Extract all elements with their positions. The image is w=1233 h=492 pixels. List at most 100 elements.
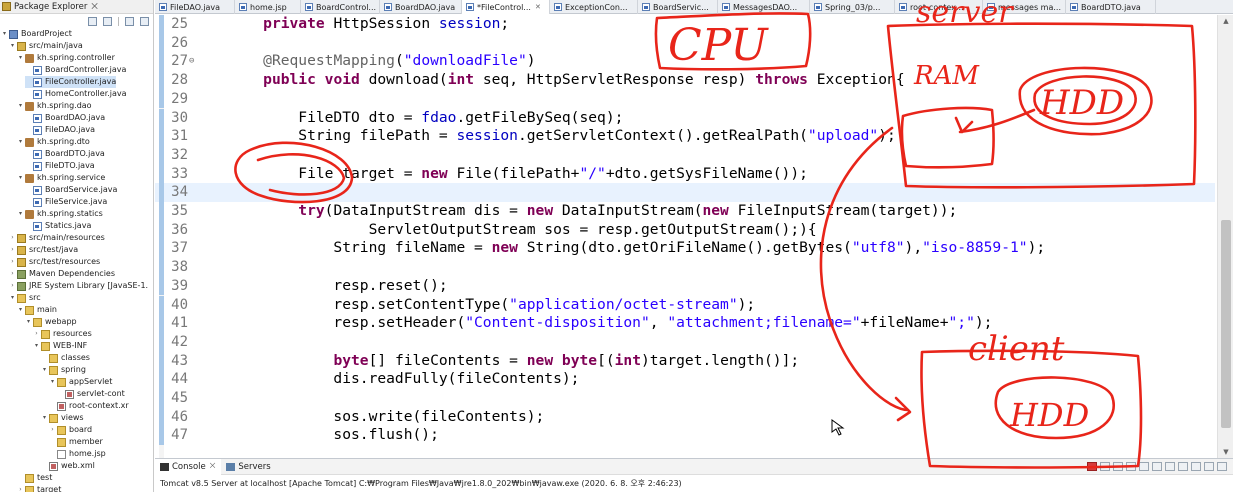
- code-line[interactable]: 32: [155, 145, 1215, 165]
- word-wrap-icon[interactable]: [1152, 462, 1162, 471]
- code-line[interactable]: 26: [155, 33, 1215, 53]
- tree-item[interactable]: ▾ src/main/java: [9, 40, 83, 52]
- code-line[interactable]: 46 sos.write(fileContents);: [155, 407, 1215, 427]
- tree-item[interactable]: BoardDAO.java: [25, 112, 105, 124]
- open-console-icon[interactable]: [1191, 462, 1201, 471]
- fold-toggle-icon[interactable]: ⊖: [189, 52, 194, 71]
- chevron-down-icon[interactable]: ▾: [41, 412, 48, 424]
- tree-item[interactable]: › resources: [33, 328, 92, 340]
- editor-tab[interactable]: BoardControl...: [301, 0, 380, 14]
- tree-item[interactable]: web.xml: [41, 460, 95, 472]
- tree-item[interactable]: ▾ views: [41, 412, 84, 424]
- tree-item[interactable]: › src/main/resources: [9, 232, 105, 244]
- chevron-down-icon[interactable]: ▾: [17, 304, 24, 316]
- editor-tab[interactable]: BoardDAO.java: [380, 0, 462, 14]
- minimize-icon[interactable]: [1204, 462, 1214, 471]
- code-line[interactable]: 31 String filePath = session.getServletC…: [155, 127, 1215, 146]
- close-icon[interactable]: ⨉: [210, 462, 216, 471]
- tree-item[interactable]: FileService.java: [25, 196, 107, 208]
- editor-tab[interactable]: FileDAO.java: [155, 0, 235, 14]
- tree-item[interactable]: ▾ BoardProject: [1, 28, 72, 40]
- chevron-right-icon[interactable]: ›: [9, 232, 16, 244]
- chevron-right-icon[interactable]: ›: [9, 256, 16, 268]
- chevron-down-icon[interactable]: ▾: [49, 376, 56, 388]
- chevron-right-icon[interactable]: ›: [9, 244, 16, 256]
- chevron-right-icon[interactable]: ›: [17, 484, 24, 492]
- tree-item[interactable]: › target: [17, 484, 61, 492]
- close-icon[interactable]: ✕: [535, 3, 541, 11]
- collapse-all-icon[interactable]: [88, 16, 97, 26]
- chevron-down-icon[interactable]: ▾: [1, 28, 8, 40]
- tree-item[interactable]: home.jsp: [49, 448, 106, 460]
- chevron-down-icon[interactable]: ▾: [9, 292, 16, 304]
- vertical-scrollbar[interactable]: ▲ ▼: [1217, 15, 1233, 458]
- tree-item[interactable]: BoardService.java: [25, 184, 117, 196]
- tree-item[interactable]: FileDTO.java: [25, 160, 95, 172]
- remove-launch-icon[interactable]: [1100, 462, 1110, 471]
- scroll-down-arrow-icon[interactable]: ▼: [1218, 446, 1233, 458]
- code-line[interactable]: 29: [155, 89, 1215, 109]
- tree-item[interactable]: ▾ kh.spring.statics: [17, 208, 103, 220]
- code-line[interactable]: 37 String fileName = new String(dto.getO…: [155, 239, 1215, 259]
- tree-item[interactable]: ▾ kh.spring.controller: [17, 52, 115, 64]
- code-line[interactable]: 30 FileDTO dto = fdao.getFileBySeq(seq);: [155, 108, 1215, 128]
- terminate-icon[interactable]: [1087, 462, 1097, 471]
- chevron-down-icon[interactable]: ▾: [41, 364, 48, 376]
- editor-tab[interactable]: Spring_03/p...: [810, 0, 895, 14]
- scroll-up-arrow-icon[interactable]: ▲: [1218, 15, 1233, 27]
- package-explorer-title[interactable]: Package Explorer: [14, 2, 87, 12]
- chevron-down-icon[interactable]: ▾: [17, 100, 24, 112]
- code-line[interactable]: 41 resp.setHeader("Content-disposition",…: [155, 314, 1215, 333]
- editor-tab[interactable]: BoardDTO.java: [1066, 0, 1156, 14]
- chevron-down-icon[interactable]: ▾: [25, 316, 32, 328]
- remove-all-icon[interactable]: [1113, 462, 1123, 471]
- editor-tab[interactable]: home.jsp: [235, 0, 301, 14]
- code-line[interactable]: 36 ServletOutputStream sos = resp.getOut…: [155, 220, 1215, 240]
- tree-item[interactable]: FileController.java: [25, 76, 117, 88]
- code-line[interactable]: 34: [155, 183, 1215, 202]
- tree-item[interactable]: ▾ kh.spring.dao: [17, 100, 92, 112]
- tree-item[interactable]: ▾ kh.spring.service: [17, 172, 105, 184]
- code-line[interactable]: 44 dis.readFully(fileContents);: [155, 370, 1215, 389]
- editor-tab[interactable]: messages ma...: [983, 0, 1066, 14]
- pin-console-icon[interactable]: [1165, 462, 1175, 471]
- tree-item[interactable]: › src/test/java: [9, 244, 78, 256]
- tree-item[interactable]: FileDAO.java: [25, 124, 95, 136]
- tree-item[interactable]: ▾ src: [9, 292, 41, 304]
- chevron-down-icon[interactable]: ▾: [17, 52, 24, 64]
- code-line[interactable]: 25 private HttpSession session;: [155, 15, 1215, 34]
- tree-item[interactable]: ▾ spring: [41, 364, 86, 376]
- tree-item[interactable]: root-context.xr: [49, 400, 129, 412]
- tree-item[interactable]: ▾ appServlet: [49, 376, 112, 388]
- code-line[interactable]: 39 resp.reset();: [155, 276, 1215, 296]
- code-line[interactable]: 33 File target = new File(filePath+"/"+d…: [155, 164, 1215, 184]
- tab-console[interactable]: Console ⨉: [155, 458, 222, 475]
- view-menu-icon[interactable]: [140, 16, 149, 26]
- code-line[interactable]: 27 ⊖ @RequestMapping("downloadFile"): [155, 52, 1215, 72]
- scrollbar-thumb[interactable]: [1221, 220, 1231, 428]
- code-line[interactable]: 45: [155, 389, 1215, 408]
- tree-item[interactable]: Statics.java: [25, 220, 91, 232]
- chevron-right-icon[interactable]: ›: [9, 280, 16, 292]
- tree-item[interactable]: ▾ kh.spring.dto: [17, 136, 90, 148]
- tree-item[interactable]: › board: [49, 424, 92, 436]
- tree-item[interactable]: HomeController.java: [25, 88, 127, 100]
- tree-item[interactable]: › JRE System Library [JavaSE-1.: [9, 280, 148, 292]
- code-line[interactable]: 35 try(DataInputStream dis = new DataInp…: [155, 202, 1215, 221]
- tree-item[interactable]: ▾ webapp: [25, 316, 77, 328]
- code-line[interactable]: 42: [155, 332, 1215, 352]
- tree-item[interactable]: › Maven Dependencies: [9, 268, 115, 280]
- code-line[interactable]: 43 byte[] fileContents = new byte[(int)t…: [155, 351, 1215, 371]
- chevron-right-icon[interactable]: ›: [49, 424, 56, 436]
- chevron-down-icon[interactable]: ▾: [17, 136, 24, 148]
- tree-item[interactable]: servlet-cont: [57, 388, 125, 400]
- chevron-right-icon[interactable]: ›: [9, 268, 16, 280]
- editor-tab[interactable]: ExceptionCon...: [550, 0, 638, 14]
- close-icon[interactable]: ⨉: [91, 2, 97, 12]
- chevron-down-icon[interactable]: ▾: [17, 172, 24, 184]
- chevron-right-icon[interactable]: ›: [33, 328, 40, 340]
- code-editor[interactable]: 25 private HttpSession session; 26 27 ⊖ @Re…: [155, 15, 1233, 458]
- tree-item[interactable]: test: [17, 472, 52, 484]
- tree-item[interactable]: ▾ WEB-INF: [33, 340, 87, 352]
- editor-tab[interactable]: *FileControl... ✕: [462, 0, 550, 14]
